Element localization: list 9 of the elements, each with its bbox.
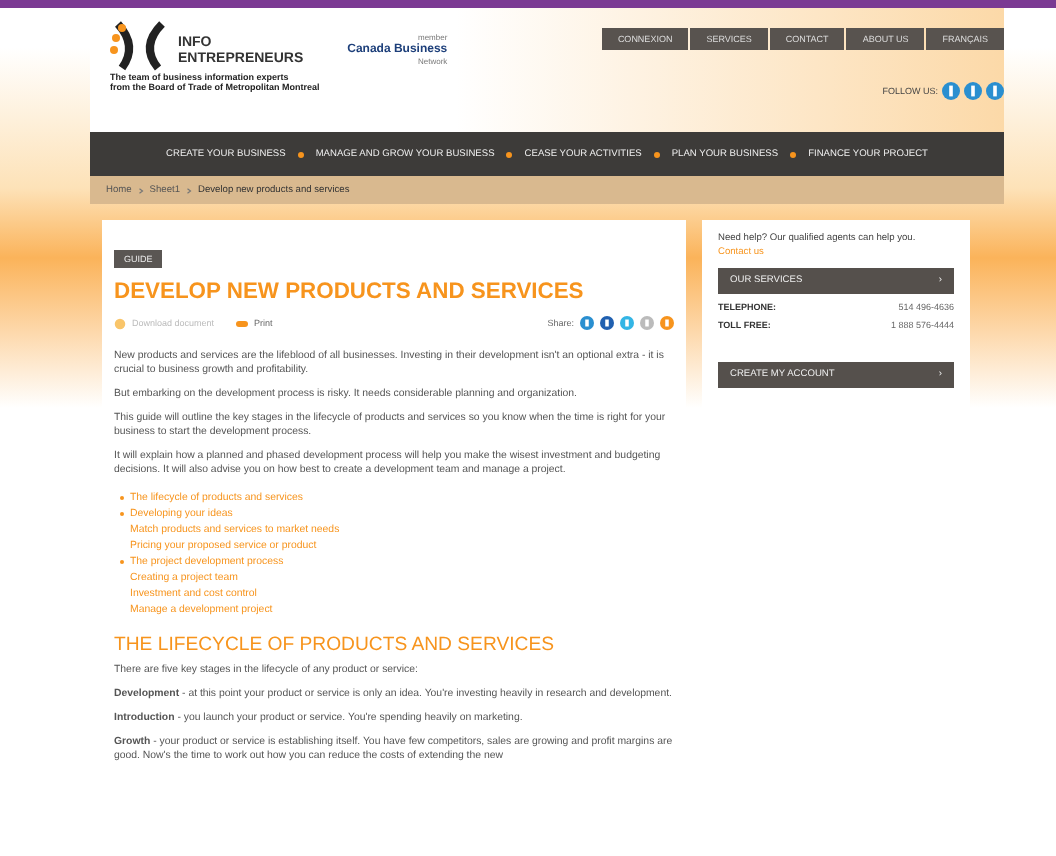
separator-dot-icon (790, 151, 797, 157)
separator-dot-icon (297, 151, 304, 157)
separator-dot-icon (506, 151, 513, 157)
article-title: DEVELOP NEW PRODUCTS AND SERVICES (114, 280, 586, 304)
section-heading: THE LIFECYCLE OF PRODUCTS AND SERVICES (114, 634, 556, 656)
logo-icon (110, 20, 170, 72)
chevron-icon (186, 187, 193, 193)
separator-dot-icon (653, 151, 660, 157)
chevron-icon (137, 187, 144, 193)
